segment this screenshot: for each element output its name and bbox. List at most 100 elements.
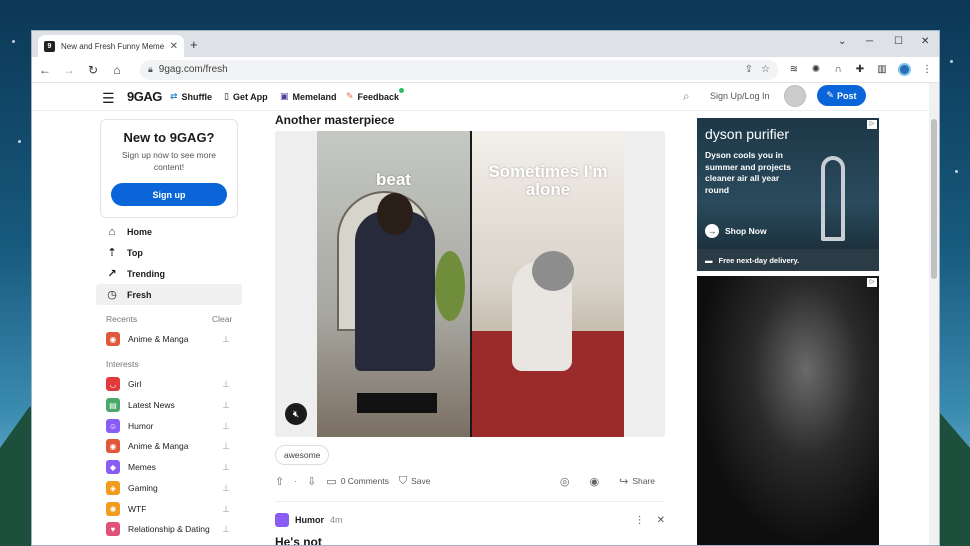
9gag-favicon-icon: 9: [44, 40, 55, 52]
gaming-icon: ◈: [106, 481, 120, 495]
clear-recents-button[interactable]: Clear: [212, 314, 232, 324]
close-window-button[interactable]: ✕: [921, 36, 929, 47]
interest-item-wtf[interactable]: ✺ WTF ⊥: [106, 499, 230, 519]
post-video[interactable]: beat Sometimes I'm alone 🔇︎: [275, 131, 665, 437]
9gag-logo[interactable]: 9GAG: [127, 89, 162, 104]
browser-window: 9 New and Fresh Funny Memes - 9 ✕ + ⌄ ─ …: [31, 30, 940, 546]
forward-arrow-icon[interactable]: →: [62, 63, 76, 77]
sidebar-item-trending[interactable]: ↗ Trending: [96, 263, 242, 284]
scrollbar-thumb[interactable]: [931, 119, 937, 279]
video-panel-right: Sometimes I'm alone: [472, 131, 624, 437]
hamburger-menu-icon[interactable]: ☰: [102, 90, 115, 107]
interest-item-gaming[interactable]: ◈ Gaming ⊥: [106, 478, 230, 498]
nav-get-app[interactable]: ▯ Get App: [224, 91, 268, 102]
interest-item-latest-news[interactable]: ▤ Latest News ⊥: [106, 395, 230, 415]
interest-label: WTF: [128, 504, 147, 514]
share-page-icon[interactable]: ⇪: [745, 64, 753, 75]
tab-search-icon[interactable]: ⌄: [838, 36, 846, 47]
comments-button[interactable]: ▭ 0 Comments: [326, 475, 389, 488]
humor-icon: [275, 513, 289, 527]
extension-gear-icon[interactable]: ✺: [810, 64, 822, 75]
nav-memeland[interactable]: ▣ Memeland: [280, 91, 337, 102]
whatsapp-share-button[interactable]: ◎: [560, 475, 570, 488]
sidebar-item-fresh[interactable]: ◷ Fresh: [96, 284, 242, 305]
home-icon[interactable]: ⌂: [110, 63, 124, 77]
reload-icon[interactable]: ↻: [86, 63, 100, 77]
site-header: ☰ 9GAG ⇄ Shuffle ▯ Get App ▣ Memeland ✎ …: [32, 83, 929, 111]
avatar[interactable]: [784, 85, 806, 107]
next-post-category[interactable]: Humor: [295, 515, 324, 525]
pin-icon[interactable]: ⊥: [222, 421, 230, 432]
mute-icon[interactable]: 🔇︎: [285, 403, 307, 425]
new-tab-button[interactable]: +: [190, 37, 198, 52]
interest-item-girl[interactable]: ◡ Girl ⊥: [106, 374, 230, 394]
extensions-puzzle-icon[interactable]: ✚: [854, 64, 866, 75]
share-button[interactable]: ↪ Share: [619, 475, 655, 488]
interest-item-humor[interactable]: ☺ Humor ⊥: [106, 416, 230, 436]
sidebar-item-label: Fresh: [127, 289, 152, 300]
browser-tab[interactable]: 9 New and Fresh Funny Memes - 9 ✕: [38, 35, 184, 57]
sidebar-item-top[interactable]: ⇡ Top: [96, 242, 242, 263]
nav-shuffle[interactable]: ⇄ Shuffle: [170, 91, 212, 102]
post-title[interactable]: Another masterpiece: [275, 113, 394, 127]
profile-avatar-icon[interactable]: [898, 63, 911, 76]
tab-close-icon[interactable]: ✕: [170, 41, 178, 52]
signup-login-link[interactable]: Sign Up/Log In: [710, 91, 770, 101]
ad-product-name: purifier: [746, 126, 790, 142]
maximize-button[interactable]: ☐: [894, 36, 903, 47]
bookmark-star-icon[interactable]: ☆: [761, 64, 770, 75]
shop-now-button[interactable]: → Shop Now: [705, 224, 767, 238]
post-button[interactable]: ✎ Post: [817, 85, 866, 106]
upvote-button[interactable]: ⇧: [275, 475, 284, 488]
interest-item-anime-manga[interactable]: ◉ Anime & Manga ⊥: [106, 436, 230, 456]
pin-icon[interactable]: ⊥: [222, 441, 230, 452]
pin-icon[interactable]: ⊥: [222, 504, 230, 515]
feedback-text: Feedback: [357, 91, 400, 102]
search-icon[interactable]: ⌕: [683, 89, 690, 104]
interest-label: Anime & Manga: [128, 441, 189, 451]
keyboard-shape: [357, 393, 437, 413]
downvote-button[interactable]: ⇩: [307, 475, 316, 488]
sidebar-item-home[interactable]: ⌂ Home: [96, 221, 242, 242]
ad-text: Dyson cools you in summer and projects c…: [705, 150, 791, 195]
tab-title: New and Fresh Funny Memes - 9: [61, 41, 164, 51]
more-options-icon[interactable]: ⋮: [635, 515, 645, 526]
comments-label: 0 Comments: [340, 476, 389, 486]
nav-feedback[interactable]: ✎ Feedback: [346, 87, 405, 102]
messenger-share-button[interactable]: ◉: [589, 475, 599, 488]
signup-card: New to 9GAG? Sign up now to see more con…: [100, 119, 238, 218]
pin-icon[interactable]: ⊥: [222, 524, 230, 535]
back-arrow-icon[interactable]: ←: [38, 63, 52, 77]
video-ad[interactable]: ▷: [697, 276, 879, 545]
ad-choices-icon[interactable]: ▷: [867, 120, 877, 129]
close-icon[interactable]: ✕: [657, 515, 665, 526]
pin-icon[interactable]: ⊥: [222, 379, 230, 390]
tab-strip: 9 New and Fresh Funny Memes - 9 ✕ + ⌄ ─ …: [32, 31, 939, 57]
pin-icon[interactable]: ⊥: [222, 462, 230, 473]
lock-icon: 🔒︎: [148, 64, 153, 74]
post-tag[interactable]: awesome: [275, 445, 330, 465]
interest-item-memes[interactable]: ◆ Memes ⊥: [106, 457, 230, 477]
post-button-label: Post: [837, 90, 857, 101]
video-caption-right: Sometimes I'm alone: [488, 162, 608, 199]
interest-label: Latest News: [128, 400, 175, 410]
next-post-title[interactable]: He's not: [275, 535, 322, 545]
interest-item-relationship-dating[interactable]: ♥ Relationship & Dating ⊥: [106, 519, 230, 539]
extension-headphones-icon[interactable]: ∩: [832, 64, 844, 75]
browser-menu-icon[interactable]: ⋮: [921, 64, 933, 75]
extension-layers-icon[interactable]: ≋: [788, 64, 800, 75]
recent-item[interactable]: ◉ Anime & Manga ⊥: [106, 329, 230, 349]
minimize-button[interactable]: ─: [866, 36, 873, 47]
ad-choices-icon[interactable]: ▷: [867, 278, 877, 287]
address-bar[interactable]: 🔒︎ 9gag.com/fresh ⇪ ☆: [140, 59, 778, 80]
pin-icon[interactable]: ⊥: [222, 334, 230, 345]
save-button[interactable]: ⛉ Save: [399, 475, 431, 488]
side-panel-icon[interactable]: ▥: [876, 64, 888, 75]
sidebar-menu: ⌂ Home ⇡ Top ↗ Trending ◷ Fresh: [96, 221, 242, 305]
pin-icon[interactable]: ⊥: [222, 400, 230, 411]
pencil-icon: ✎: [346, 91, 354, 101]
signup-button[interactable]: Sign up: [111, 183, 227, 206]
dyson-ad[interactable]: dyson purifier Dyson cools you in summer…: [697, 118, 879, 271]
pin-icon[interactable]: ⊥: [222, 483, 230, 494]
page-scrollbar[interactable]: [929, 83, 939, 545]
